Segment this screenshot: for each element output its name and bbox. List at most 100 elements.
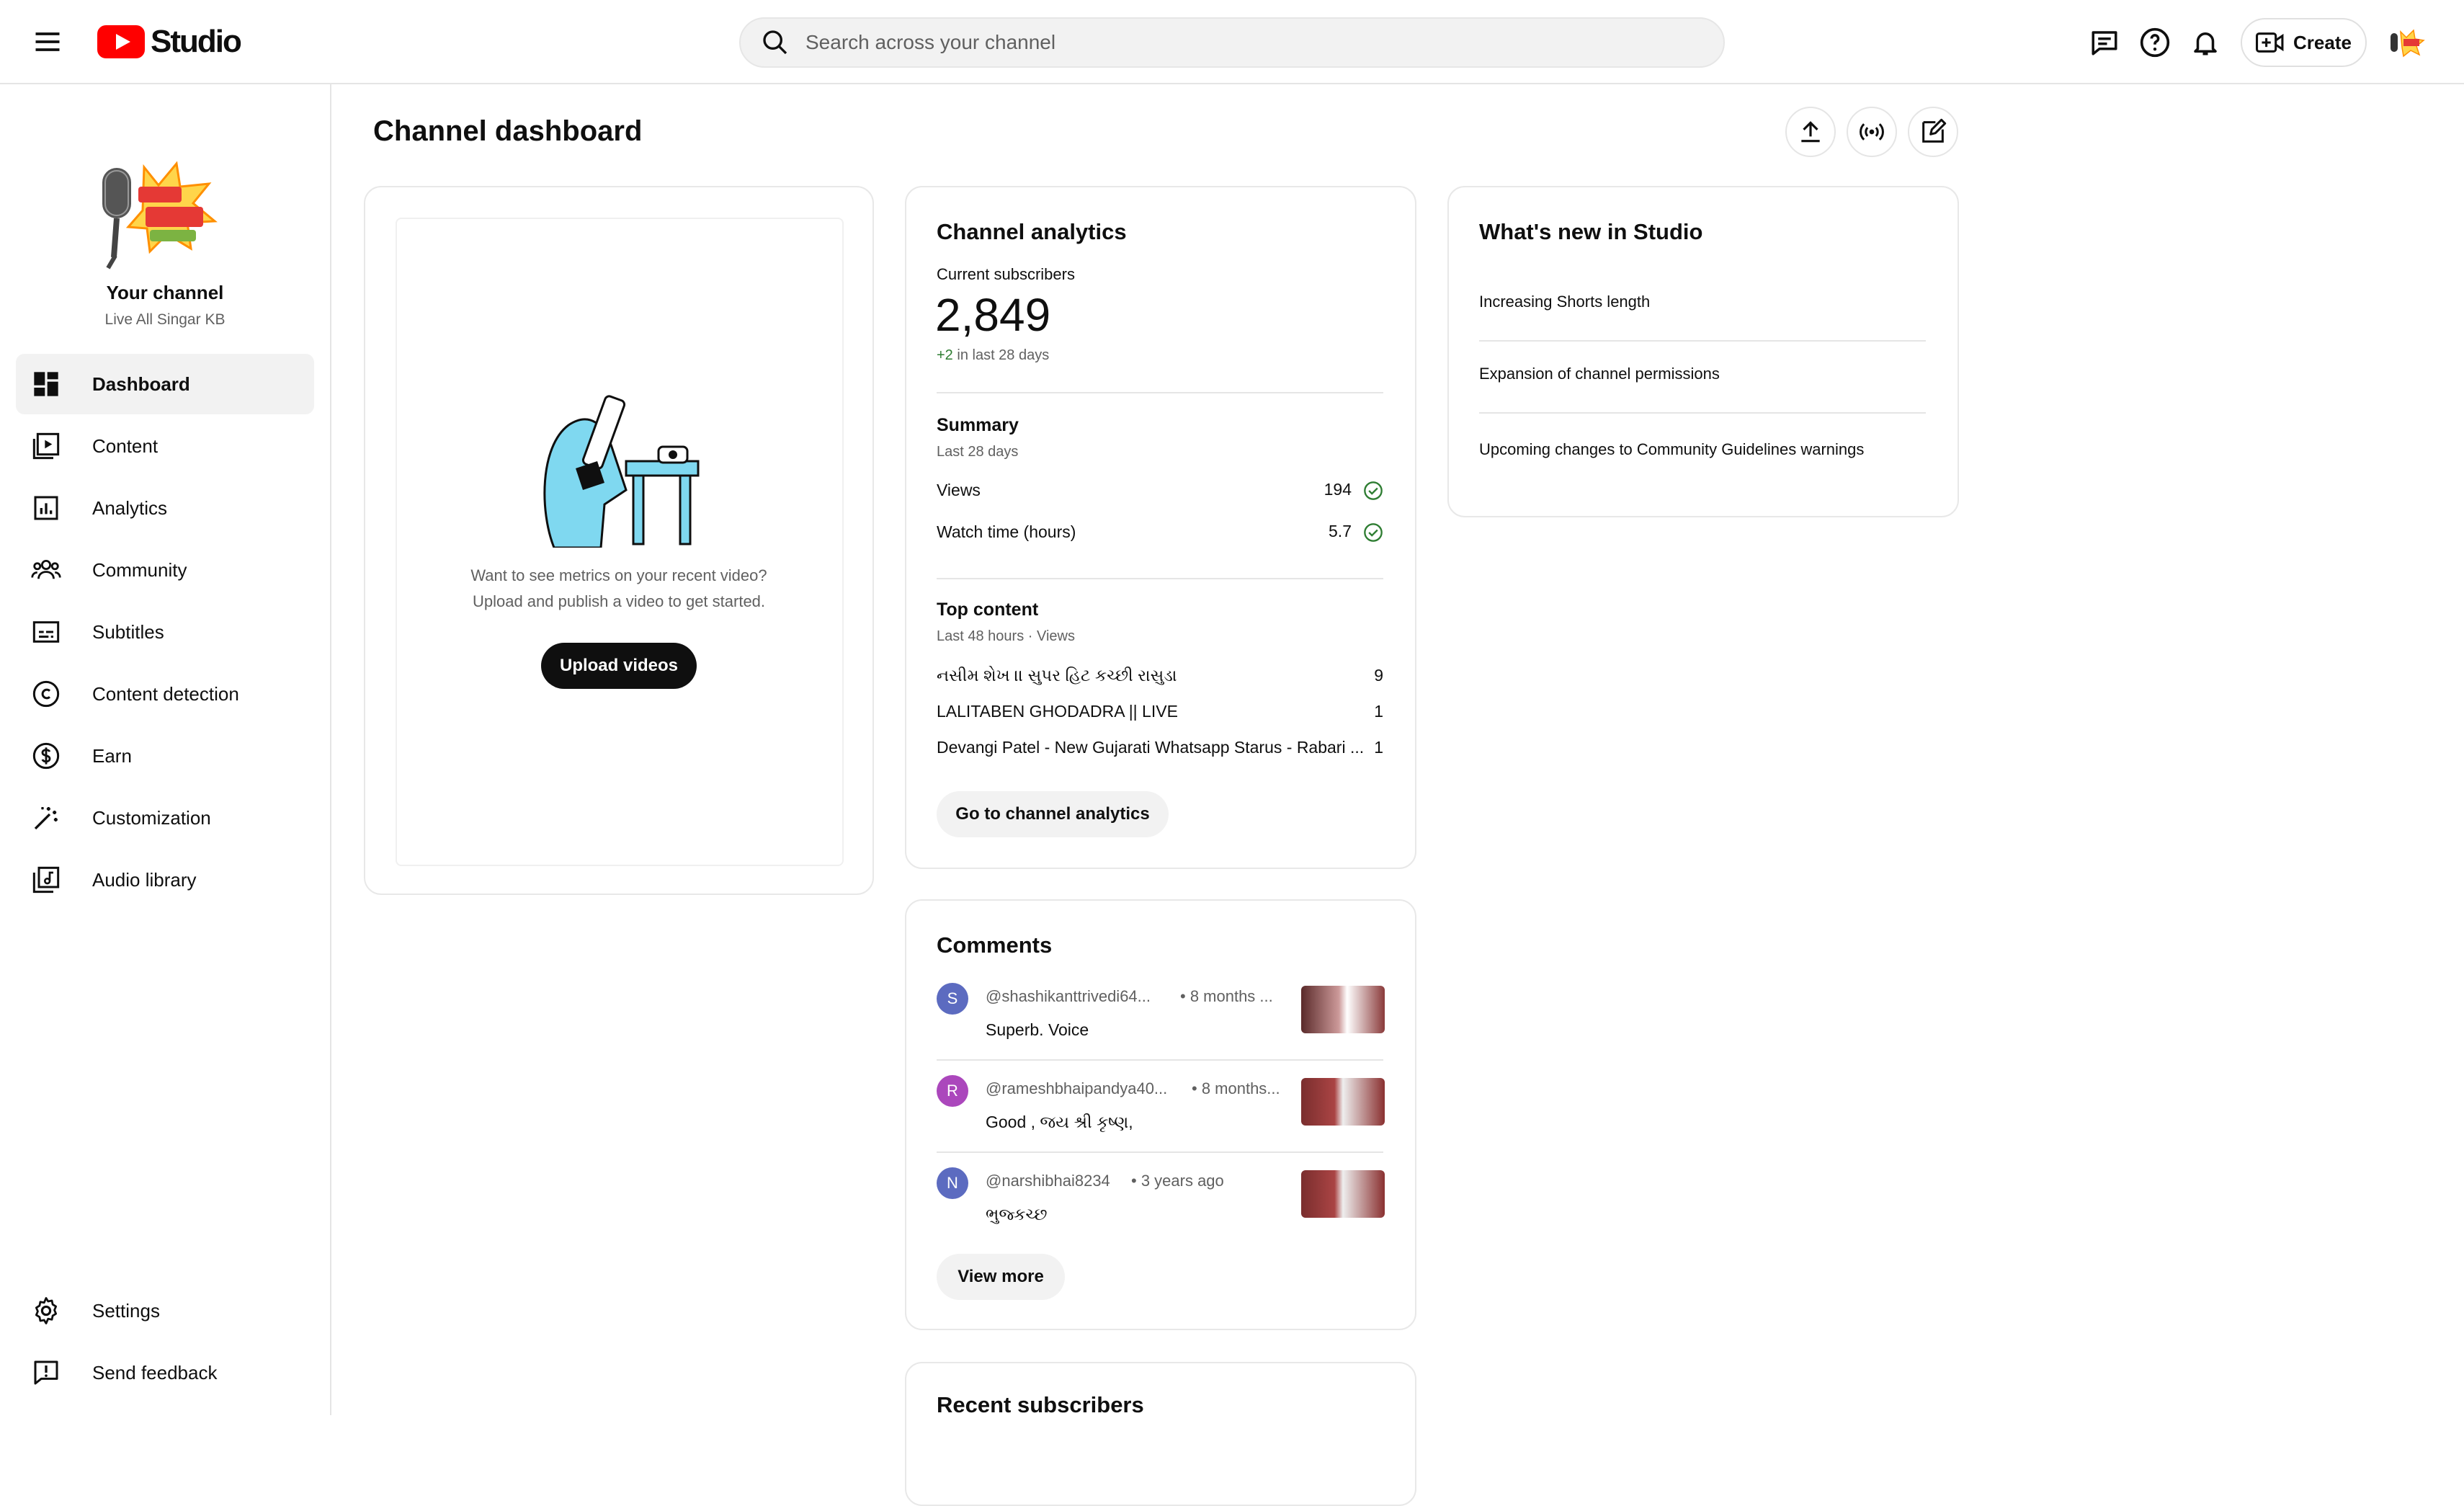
your-channel-label: Your channel bbox=[106, 282, 224, 303]
top-content-row[interactable]: LALITABEN GHODADRA || LIVE 1 bbox=[937, 702, 1383, 721]
channel-logo[interactable] bbox=[86, 142, 245, 300]
upload-button[interactable] bbox=[1785, 107, 1836, 157]
sidebar-item-analytics[interactable]: Analytics bbox=[16, 478, 314, 538]
sidebar-item-content-detection[interactable]: Content detection bbox=[16, 664, 314, 724]
subscribers-count: 2,849 bbox=[935, 289, 1051, 341]
metric-value: 194 bbox=[1323, 480, 1352, 499]
sidebar-item-content[interactable]: Content bbox=[16, 416, 314, 476]
sidebar-item-earn[interactable]: Earn bbox=[16, 726, 314, 786]
view-more-comments-button[interactable]: View more bbox=[937, 1254, 1065, 1300]
comment-text: ભુજ્કચ્છ bbox=[986, 1205, 1048, 1224]
comment-time: • 8 months ... bbox=[1180, 987, 1273, 1005]
edit-post-icon bbox=[1922, 118, 1947, 143]
search-bar[interactable] bbox=[739, 17, 1725, 68]
live-broadcast-icon bbox=[1860, 123, 1884, 141]
top-content-row[interactable]: Devangi Patel - New Gujarati Whatsapp St… bbox=[937, 738, 1383, 757]
sidebar-item-dashboard[interactable]: Dashboard bbox=[16, 354, 314, 414]
comment-text: Superb. Voice bbox=[986, 1020, 1089, 1039]
divider bbox=[937, 578, 1383, 579]
search-input[interactable] bbox=[804, 19, 1723, 66]
subscribers-delta: +2 bbox=[937, 347, 953, 363]
summary-title: Summary bbox=[937, 415, 1019, 435]
commenter-avatar[interactable]: S bbox=[937, 983, 968, 1015]
go-to-channel-analytics-button[interactable]: Go to channel analytics bbox=[937, 791, 1169, 837]
channel-analytics-card: Channel analytics Current subscribers 2,… bbox=[905, 186, 1416, 869]
page-title: Channel dashboard bbox=[373, 115, 643, 147]
sidebar-item-label: Content detection bbox=[92, 682, 239, 705]
message-icon[interactable] bbox=[2086, 24, 2122, 61]
subscribers-delta-suffix: in last 28 days bbox=[957, 347, 1050, 363]
channel-name: Live All Singar KB bbox=[104, 311, 226, 328]
subscribers-delta-row: +2 in last 28 days bbox=[937, 347, 1049, 364]
comment-text: Good , જય શ્રી કૃષ્ણ, bbox=[986, 1113, 1133, 1131]
recent-subscribers-title: Recent subscribers bbox=[937, 1392, 1144, 1417]
top-content-views: 1 bbox=[1374, 738, 1383, 757]
go-live-button[interactable] bbox=[1847, 107, 1897, 157]
sidebar-item-label: Content bbox=[92, 435, 159, 457]
whats-new-item[interactable]: Increasing Shorts length bbox=[1479, 293, 1883, 311]
sidebar-item-send-feedback[interactable]: Send feedback bbox=[16, 1342, 314, 1403]
top-content-video-title: Devangi Patel - New Gujarati Whatsapp St… bbox=[937, 738, 1365, 757]
top-bar: Studio Create bbox=[0, 0, 2464, 84]
sidebar-item-subtitles[interactable]: Subtitles bbox=[16, 602, 314, 662]
notifications-bell-icon[interactable] bbox=[2187, 24, 2223, 61]
copyright-icon bbox=[30, 678, 62, 710]
comment-video-thumbnail[interactable] bbox=[1301, 986, 1385, 1033]
upload-message-line1: Want to see metrics on your recent video… bbox=[470, 566, 767, 584]
comment-author[interactable]: @narshibhai8234 bbox=[986, 1172, 1110, 1190]
comment-video-thumbnail[interactable] bbox=[1301, 1170, 1385, 1218]
account-avatar[interactable] bbox=[2385, 26, 2427, 61]
divider bbox=[1479, 340, 1926, 342]
metric-value-group: 5.7 bbox=[1329, 522, 1383, 543]
upload-video-card: Want to see metrics on your recent video… bbox=[364, 186, 874, 895]
create-button[interactable]: Create bbox=[2241, 18, 2367, 67]
sidebar-item-audio-library[interactable]: Audio library bbox=[16, 850, 314, 910]
metric-value-group: 194 bbox=[1324, 480, 1383, 501]
whats-new-item[interactable]: Expansion of channel permissions bbox=[1479, 365, 1883, 383]
comment-author[interactable]: @rameshbhaipandya40... bbox=[986, 1079, 1167, 1098]
upload-videos-button[interactable]: Upload videos bbox=[541, 643, 697, 689]
gear-icon bbox=[30, 1295, 62, 1327]
comment-video-thumbnail[interactable] bbox=[1301, 1078, 1385, 1126]
studio-logo[interactable]: Studio bbox=[97, 22, 242, 62]
metric-label: Watch time (hours) bbox=[937, 522, 1076, 541]
sidebar-item-label: Send feedback bbox=[92, 1361, 218, 1384]
sidebar-item-label: Settings bbox=[92, 1299, 160, 1322]
top-content-video-title: નસીમ શેખ ।। સુપર હિટ કચ્છી રાસુડા bbox=[937, 666, 1177, 685]
menu-icon[interactable] bbox=[32, 26, 63, 58]
recent-subscribers-card: Recent subscribers bbox=[905, 1362, 1416, 1506]
comment-time: • 3 years ago bbox=[1131, 1172, 1224, 1190]
divider bbox=[937, 1151, 1383, 1153]
summary-period: Last 28 days bbox=[937, 444, 1019, 460]
whats-new-title: What's new in Studio bbox=[1479, 219, 1703, 244]
create-button-label: Create bbox=[2293, 31, 2352, 53]
help-icon[interactable] bbox=[2137, 24, 2173, 61]
sidebar-item-label: Subtitles bbox=[92, 620, 164, 643]
comment-author[interactable]: @shashikanttrivedi64... bbox=[986, 987, 1151, 1006]
sidebar-item-label: Audio library bbox=[92, 868, 197, 891]
whats-new-card: What's new in Studio Increasing Shorts l… bbox=[1447, 186, 1959, 517]
sidebar-item-label: Community bbox=[92, 558, 187, 581]
analytics-icon bbox=[30, 492, 62, 524]
magic-wand-icon bbox=[30, 802, 62, 834]
commenter-avatar[interactable]: N bbox=[937, 1167, 968, 1199]
sidebar-item-customization[interactable]: Customization bbox=[16, 788, 314, 848]
sidebar-item-label: Earn bbox=[92, 744, 132, 767]
feedback-icon bbox=[30, 1357, 62, 1389]
dashboard-icon bbox=[30, 368, 62, 400]
sidebar: Your channel Live All Singar KB Dashboar… bbox=[0, 84, 331, 1415]
top-content-views: 9 bbox=[1374, 666, 1383, 685]
whats-new-item[interactable]: Upcoming changes to Community Guidelines… bbox=[1479, 437, 1868, 463]
youtube-logo-icon bbox=[97, 25, 145, 58]
upload-icon bbox=[1801, 121, 1820, 143]
subtitles-icon bbox=[30, 616, 62, 648]
top-content-row[interactable]: નસીમ શેખ ।। સુપર હિટ કચ્છી રાસુડા 9 bbox=[937, 666, 1383, 685]
dollar-icon bbox=[30, 740, 62, 772]
sidebar-item-label: Analytics bbox=[92, 496, 168, 519]
sidebar-item-settings[interactable]: Settings bbox=[16, 1280, 314, 1341]
sidebar-item-community[interactable]: Community bbox=[16, 540, 314, 600]
create-post-button[interactable] bbox=[1908, 107, 1958, 157]
check-circle-icon bbox=[1364, 481, 1383, 500]
metric-row-views: Views 194 bbox=[937, 480, 1383, 501]
commenter-avatar[interactable]: R bbox=[937, 1075, 968, 1107]
